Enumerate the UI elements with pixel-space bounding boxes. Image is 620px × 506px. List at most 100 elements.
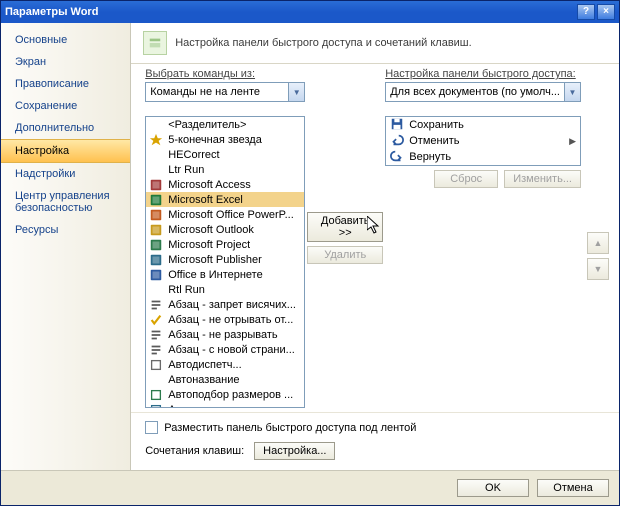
help-button[interactable]: ?: [577, 4, 595, 20]
command-item[interactable]: Office в Интернете: [146, 267, 304, 282]
app-icon: [148, 238, 164, 252]
app-icon: [148, 253, 164, 267]
command-item[interactable]: Microsoft Access: [146, 177, 304, 192]
choose-from-label: Выбрать команды из:: [145, 68, 305, 80]
check-icon: [148, 313, 164, 327]
close-button[interactable]: ×: [597, 4, 615, 20]
command-item[interactable]: 5-конечная звезда: [146, 132, 304, 147]
command-item[interactable]: Ltr Run: [146, 162, 304, 177]
blank-icon: [148, 148, 164, 162]
shortcuts-label: Сочетания клавиш:: [145, 445, 244, 457]
command-item[interactable]: Абзац - с новой страни...: [146, 342, 304, 357]
command-item[interactable]: Microsoft Outlook: [146, 222, 304, 237]
qat-scope-combo[interactable]: Для всех документов (по умолч... ▼: [385, 82, 581, 102]
blank-icon: [148, 163, 164, 177]
command-item[interactable]: Абзац - не отрывать от...: [146, 312, 304, 327]
qat-item[interactable]: Вернуть: [386, 149, 580, 165]
command-item[interactable]: Автодиспетч...: [146, 357, 304, 372]
command-label: Ltr Run: [168, 164, 204, 176]
command-item[interactable]: Microsoft Publisher: [146, 252, 304, 267]
qat-item[interactable]: Сохранить: [386, 117, 580, 133]
sidebar-item[interactable]: Ресурсы: [1, 219, 130, 241]
sidebar-item[interactable]: Правописание: [1, 73, 130, 95]
titlebar: Параметры Word ? ×: [1, 1, 619, 23]
app-icon: [148, 223, 164, 237]
move-down-button[interactable]: ▼: [587, 258, 609, 280]
app-icon: [148, 178, 164, 192]
shortcuts-customize-button[interactable]: Настройка...: [254, 442, 335, 460]
command-label: Автодиспетч...: [168, 359, 241, 371]
header: Настройка панели быстрого доступа и соче…: [131, 23, 619, 64]
qat-item-label: Вернуть: [409, 151, 451, 163]
command-label: Автоназвание: [168, 374, 239, 386]
command-label: Microsoft Office PowerP...: [168, 209, 294, 221]
ok-button[interactable]: OK: [457, 479, 529, 497]
para-icon: [148, 328, 164, 342]
qat-listbox[interactable]: СохранитьОтменить▶ Вернуть: [385, 116, 581, 166]
chevron-down-icon[interactable]: ▼: [564, 83, 580, 101]
command-label: Microsoft Outlook: [168, 224, 254, 236]
command-label: Rtl Run: [168, 284, 205, 296]
sidebar-item[interactable]: Основные: [1, 29, 130, 51]
command-label: Автоподбор размеров ...: [168, 389, 293, 401]
command-item[interactable]: Абзац - запрет висячих...: [146, 297, 304, 312]
move-up-button[interactable]: ▲: [587, 232, 609, 254]
sidebar-item[interactable]: Сохранение: [1, 95, 130, 117]
command-label: Microsoft Publisher: [168, 254, 262, 266]
command-item[interactable]: Microsoft Office PowerP...: [146, 207, 304, 222]
qat-item-label: Отменить: [409, 135, 459, 147]
qat-label: Настройка панели быстрого доступа:: [385, 68, 609, 80]
qat-item[interactable]: Отменить▶: [386, 133, 580, 149]
gen-icon: [148, 388, 164, 402]
para-icon: [148, 343, 164, 357]
command-label: Microsoft Access: [168, 179, 251, 191]
add-button[interactable]: Добавить >>: [307, 212, 383, 242]
gen-icon: [148, 403, 164, 408]
reset-button[interactable]: Сброс: [434, 170, 498, 188]
command-item[interactable]: Rtl Run: [146, 282, 304, 297]
command-label: Microsoft Project: [168, 239, 250, 251]
command-label: Абзац - не отрывать от...: [168, 314, 293, 326]
star-icon: [148, 133, 164, 147]
blank-icon: [148, 373, 164, 387]
command-item[interactable]: Microsoft Excel: [146, 192, 304, 207]
command-label: Автопометка элементо...: [168, 404, 295, 408]
app-icon: [148, 268, 164, 282]
sidebar-item[interactable]: Дополнительно: [1, 117, 130, 139]
customize-icon: [143, 31, 167, 55]
app-icon: [148, 193, 164, 207]
command-label: Абзац - с новой страни...: [168, 344, 295, 356]
redo-icon: [390, 149, 404, 166]
choose-from-combo[interactable]: Команды не на ленте ▼: [145, 82, 305, 102]
command-item[interactable]: Автоназвание: [146, 372, 304, 387]
qat-scope-value: Для всех документов (по умолч...: [386, 86, 564, 98]
remove-button[interactable]: Удалить: [307, 246, 383, 264]
modify-button[interactable]: Изменить...: [504, 170, 581, 188]
command-item[interactable]: HECorrect: [146, 147, 304, 162]
chevron-down-icon[interactable]: ▼: [288, 83, 304, 101]
header-title: Настройка панели быстрого доступа и соче…: [175, 37, 471, 49]
command-label: 5-конечная звезда: [168, 134, 262, 146]
cancel-button[interactable]: Отмена: [537, 479, 609, 497]
sidebar-item[interactable]: Экран: [1, 51, 130, 73]
command-label: HECorrect: [168, 149, 219, 161]
sidebar-item[interactable]: Центр управления безопасностью: [1, 185, 130, 219]
undo-icon: [390, 133, 404, 150]
command-item[interactable]: Автопометка элементо...: [146, 402, 304, 407]
blank-icon: [148, 283, 164, 297]
gen-icon: [148, 358, 164, 372]
commands-listbox[interactable]: <Разделитель> 5-конечная звезда HECorrect L…: [145, 116, 305, 408]
para-icon: [148, 298, 164, 312]
command-item[interactable]: <Разделитель>: [146, 117, 304, 132]
command-item[interactable]: Автоподбор размеров ...: [146, 387, 304, 402]
choose-from-value: Команды не на ленте: [146, 86, 288, 98]
below-ribbon-label: Разместить панель быстрого доступа под л…: [164, 422, 416, 434]
command-item[interactable]: Абзац - не разрывать: [146, 327, 304, 342]
app-icon: [148, 208, 164, 222]
sidebar-item[interactable]: Надстройки: [1, 163, 130, 185]
window-title: Параметры Word: [5, 6, 98, 18]
sidebar: ОсновныеЭкранПравописаниеСохранениеДопол…: [1, 23, 131, 470]
sidebar-item[interactable]: Настройка: [1, 139, 130, 163]
below-ribbon-checkbox[interactable]: [145, 421, 158, 434]
command-item[interactable]: Microsoft Project: [146, 237, 304, 252]
